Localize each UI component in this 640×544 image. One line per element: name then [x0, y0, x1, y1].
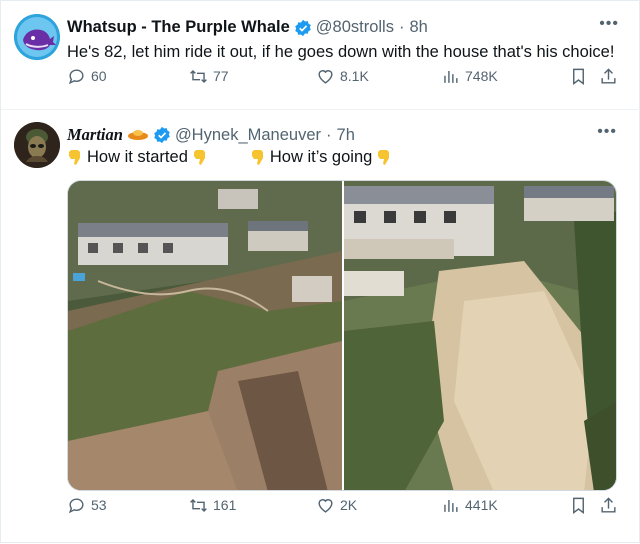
views-button[interactable]: 441K: [441, 496, 498, 515]
retweet-count: 161: [213, 497, 237, 513]
timestamp[interactable]: 7h: [337, 126, 355, 145]
reply-count: 60: [91, 68, 107, 84]
pointing-down-emoji-icon: [251, 150, 263, 165]
retweet-button[interactable]: 77: [189, 67, 229, 86]
timeline: Whatsup - The Purple Whale @80strolls · …: [0, 0, 640, 543]
bookmark-icon: [573, 497, 584, 514]
heart-icon: [318, 498, 333, 513]
tweet-text: How it started How it’s going: [67, 146, 392, 168]
like-button[interactable]: 8.1K: [316, 67, 369, 86]
handle[interactable]: @Hynek_Maneuver: [175, 126, 321, 145]
views-count: 441K: [465, 497, 498, 513]
reply-count: 53: [91, 497, 107, 513]
avatar[interactable]: [14, 14, 60, 60]
analytics-icon: [444, 499, 458, 512]
timestamp[interactable]: 8h: [409, 18, 427, 37]
reply-icon: [68, 68, 84, 84]
tweet-header: Martian @Hynek_Maneuver · 7h: [67, 125, 355, 145]
verified-badge-icon: [294, 19, 311, 36]
share-button[interactable]: [599, 496, 618, 515]
bookmark-button[interactable]: [569, 67, 588, 86]
heart-icon: [318, 69, 333, 84]
media-image[interactable]: [67, 180, 617, 491]
avatar[interactable]: [14, 122, 60, 168]
tweet-header: Whatsup - The Purple Whale @80strolls · …: [67, 18, 428, 37]
share-button[interactable]: [599, 67, 618, 86]
photo-after: [344, 181, 616, 490]
verified-badge-icon: [154, 126, 170, 144]
like-count: 8.1K: [340, 68, 369, 84]
separator-dot: ·: [326, 125, 332, 144]
handle[interactable]: @80strolls: [316, 18, 394, 37]
share-icon: [601, 67, 616, 84]
display-name[interactable]: Martian: [67, 125, 123, 145]
bookmark-button[interactable]: [569, 496, 588, 515]
caption-left: How it started: [87, 148, 188, 166]
ufo-emoji-icon: [127, 130, 148, 140]
retweet-count: 77: [213, 68, 229, 84]
views-count: 748K: [465, 68, 498, 84]
like-count: 2K: [340, 497, 358, 513]
tweet-1[interactable]: Whatsup - The Purple Whale @80strolls · …: [1, 1, 640, 109]
retweet-button[interactable]: 161: [189, 496, 236, 515]
pointing-down-emoji-icon: [193, 150, 205, 165]
reply-button[interactable]: 60: [67, 67, 107, 86]
display-name[interactable]: Whatsup - The Purple Whale: [67, 18, 290, 37]
tweet-text: He's 82, let him ride it out, if he goes…: [67, 43, 615, 61]
more-icon[interactable]: •••: [599, 15, 619, 33]
more-icon[interactable]: •••: [597, 123, 617, 141]
views-button[interactable]: 748K: [441, 67, 498, 86]
separator-dot: ·: [398, 18, 405, 36]
retweet-icon: [190, 69, 207, 83]
pointing-down-emoji-icon: [378, 150, 390, 165]
share-icon: [601, 496, 616, 513]
reply-button[interactable]: 53: [67, 496, 107, 515]
pointing-down-emoji-icon: [69, 150, 80, 165]
photo-before: [68, 181, 342, 490]
reply-icon: [68, 497, 84, 513]
analytics-icon: [444, 70, 458, 83]
bookmark-icon: [573, 68, 584, 85]
caption-right: How it’s going: [269, 148, 373, 166]
like-button[interactable]: 2K: [316, 496, 357, 515]
retweet-icon: [190, 498, 207, 512]
